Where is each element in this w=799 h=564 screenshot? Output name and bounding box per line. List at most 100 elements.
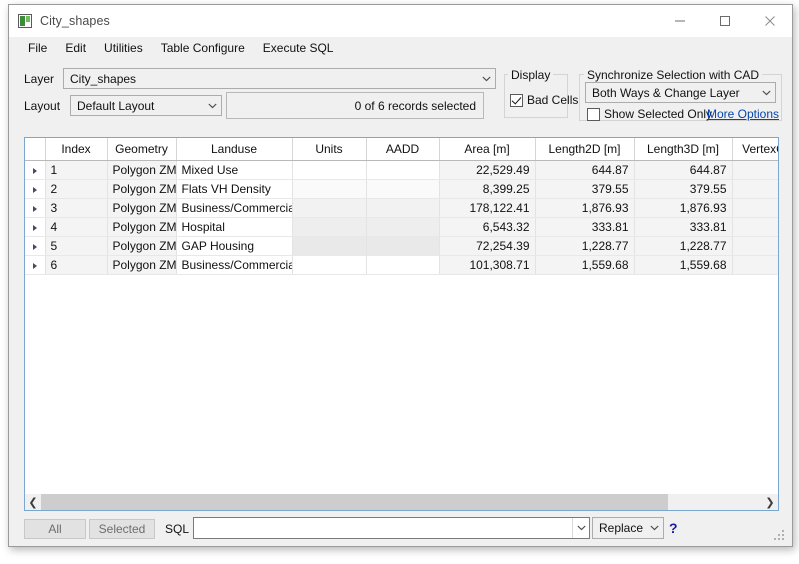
column-header-area[interactable]: Area [m]: [439, 138, 536, 161]
cell-area[interactable]: 178,122.41: [439, 198, 536, 218]
cell-units[interactable]: [292, 198, 367, 218]
cell-landuse[interactable]: Mixed Use: [176, 160, 293, 180]
cell-vertexc[interactable]: [732, 179, 778, 199]
cell-units[interactable]: [292, 236, 367, 256]
column-header-aadd[interactable]: AADD: [366, 138, 440, 161]
menu-item-utilities[interactable]: Utilities: [95, 38, 152, 59]
table-row[interactable]: 6 Polygon ZM Business/Commercial 101,308.71…: [25, 255, 778, 275]
cell-geometry[interactable]: Polygon ZM: [107, 217, 177, 237]
cell-landuse[interactable]: Hospital: [176, 217, 293, 237]
cell-landuse[interactable]: Business/Commercial: [176, 255, 293, 275]
cell-landuse[interactable]: Business/Commercial: [176, 198, 293, 218]
table-row[interactable]: 1 Polygon ZM Mixed Use 22,529.49 644.87 644.8…: [25, 160, 778, 180]
cell-area[interactable]: 101,308.71: [439, 255, 536, 275]
cell-vertexc[interactable]: [732, 198, 778, 218]
menu-item-execute-sql[interactable]: Execute SQL: [254, 38, 343, 59]
cell-length2d[interactable]: 333.81: [535, 217, 635, 237]
scrollbar-track[interactable]: [41, 494, 762, 510]
scrollbar-thumb[interactable]: [41, 494, 668, 510]
chevron-down-icon[interactable]: [572, 518, 589, 538]
column-header-length2d[interactable]: Length2D [m]: [535, 138, 635, 161]
cell-length2d[interactable]: 1,559.68: [535, 255, 635, 275]
cell-area[interactable]: 72,254.39: [439, 236, 536, 256]
cell-aadd[interactable]: [366, 255, 440, 275]
table-row[interactable]: 3 Polygon ZM Business/Commercial 178,122.41…: [25, 198, 778, 218]
cell-area[interactable]: 8,399.25: [439, 179, 536, 199]
cell-index[interactable]: 1: [45, 160, 108, 180]
row-marker[interactable]: [25, 160, 46, 180]
cell-vertexc[interactable]: [732, 160, 778, 180]
cell-units[interactable]: [292, 160, 367, 180]
cell-area[interactable]: 22,529.49: [439, 160, 536, 180]
cell-geometry[interactable]: Polygon ZM: [107, 255, 177, 275]
close-icon[interactable]: [747, 5, 792, 37]
row-marker[interactable]: [25, 179, 46, 199]
cell-landuse[interactable]: Flats VH Density: [176, 179, 293, 199]
row-marker[interactable]: [25, 236, 46, 256]
cell-aadd[interactable]: [366, 179, 440, 199]
column-header-vertexc[interactable]: VertexC: [732, 138, 778, 161]
sync-mode-combo[interactable]: Both Ways & Change Layer: [585, 82, 776, 103]
column-header-landuse[interactable]: Landuse: [176, 138, 293, 161]
cell-units[interactable]: [292, 255, 367, 275]
cell-area[interactable]: 6,543.32: [439, 217, 536, 237]
cell-index[interactable]: 2: [45, 179, 108, 199]
cell-length3d[interactable]: 1,559.68: [634, 255, 733, 275]
cell-units[interactable]: [292, 179, 367, 199]
cell-landuse[interactable]: GAP Housing: [176, 236, 293, 256]
sql-mode-combo[interactable]: Replace: [592, 517, 664, 539]
row-marker[interactable]: [25, 255, 46, 275]
cell-length2d[interactable]: 379.55: [535, 179, 635, 199]
table-row[interactable]: 2 Polygon ZM Flats VH Density 8,399.25 379.5…: [25, 179, 778, 199]
column-header-length3d[interactable]: Length3D [m]: [634, 138, 733, 161]
help-button[interactable]: ?: [669, 520, 678, 536]
cell-geometry[interactable]: Polygon ZM: [107, 179, 177, 199]
cell-aadd[interactable]: [366, 160, 440, 180]
cell-length3d[interactable]: 644.87: [634, 160, 733, 180]
layout-combo[interactable]: Default Layout: [70, 95, 222, 116]
menu-item-edit[interactable]: Edit: [56, 38, 95, 59]
row-marker[interactable]: [25, 217, 46, 237]
cell-index[interactable]: 6: [45, 255, 108, 275]
minimize-icon[interactable]: [657, 5, 702, 37]
maximize-icon[interactable]: [702, 5, 747, 37]
column-header-index[interactable]: Index: [45, 138, 108, 161]
layer-combo[interactable]: City_shapes: [63, 68, 496, 89]
cell-vertexc[interactable]: [732, 217, 778, 237]
cell-length3d[interactable]: 1,228.77: [634, 236, 733, 256]
more-options-link[interactable]: More Options: [707, 107, 779, 121]
cell-geometry[interactable]: Polygon ZM: [107, 236, 177, 256]
scroll-left-arrow-icon[interactable]: ❮: [25, 494, 41, 510]
cell-vertexc[interactable]: [732, 255, 778, 275]
cell-vertexc[interactable]: [732, 236, 778, 256]
scroll-right-arrow-icon[interactable]: ❯: [762, 494, 778, 510]
cell-geometry[interactable]: Polygon ZM: [107, 198, 177, 218]
table-row[interactable]: 4 Polygon ZM Hospital 6,543.32 333.81 333.81: [25, 217, 778, 237]
selected-button[interactable]: Selected: [89, 519, 155, 539]
cell-geometry[interactable]: Polygon ZM: [107, 160, 177, 180]
cell-length3d[interactable]: 1,876.93: [634, 198, 733, 218]
column-header-geometry[interactable]: Geometry: [107, 138, 177, 161]
attribute-table[interactable]: Index Geometry Landuse Units AADD Area […: [24, 137, 779, 511]
sql-input[interactable]: [193, 517, 590, 539]
cell-aadd[interactable]: [366, 217, 440, 237]
table-row[interactable]: 5 Polygon ZM GAP Housing 72,254.39 1,228.77 1…: [25, 236, 778, 256]
column-header-units[interactable]: Units: [292, 138, 367, 161]
cell-length2d[interactable]: 644.87: [535, 160, 635, 180]
cell-aadd[interactable]: [366, 198, 440, 218]
bad-cells-checkbox[interactable]: Bad Cells: [510, 93, 578, 107]
horizontal-scrollbar[interactable]: ❮ ❯: [25, 494, 778, 510]
menu-item-file[interactable]: File: [19, 38, 56, 59]
cell-index[interactable]: 4: [45, 217, 108, 237]
row-marker[interactable]: [25, 198, 46, 218]
cell-aadd[interactable]: [366, 236, 440, 256]
cell-length2d[interactable]: 1,876.93: [535, 198, 635, 218]
cell-length3d[interactable]: 379.55: [634, 179, 733, 199]
cell-length2d[interactable]: 1,228.77: [535, 236, 635, 256]
cell-index[interactable]: 5: [45, 236, 108, 256]
show-selected-only-checkbox[interactable]: Show Selected Only: [587, 107, 712, 121]
all-button[interactable]: All: [24, 519, 86, 539]
cell-index[interactable]: 3: [45, 198, 108, 218]
resize-grip-icon[interactable]: [774, 530, 786, 542]
cell-units[interactable]: [292, 217, 367, 237]
